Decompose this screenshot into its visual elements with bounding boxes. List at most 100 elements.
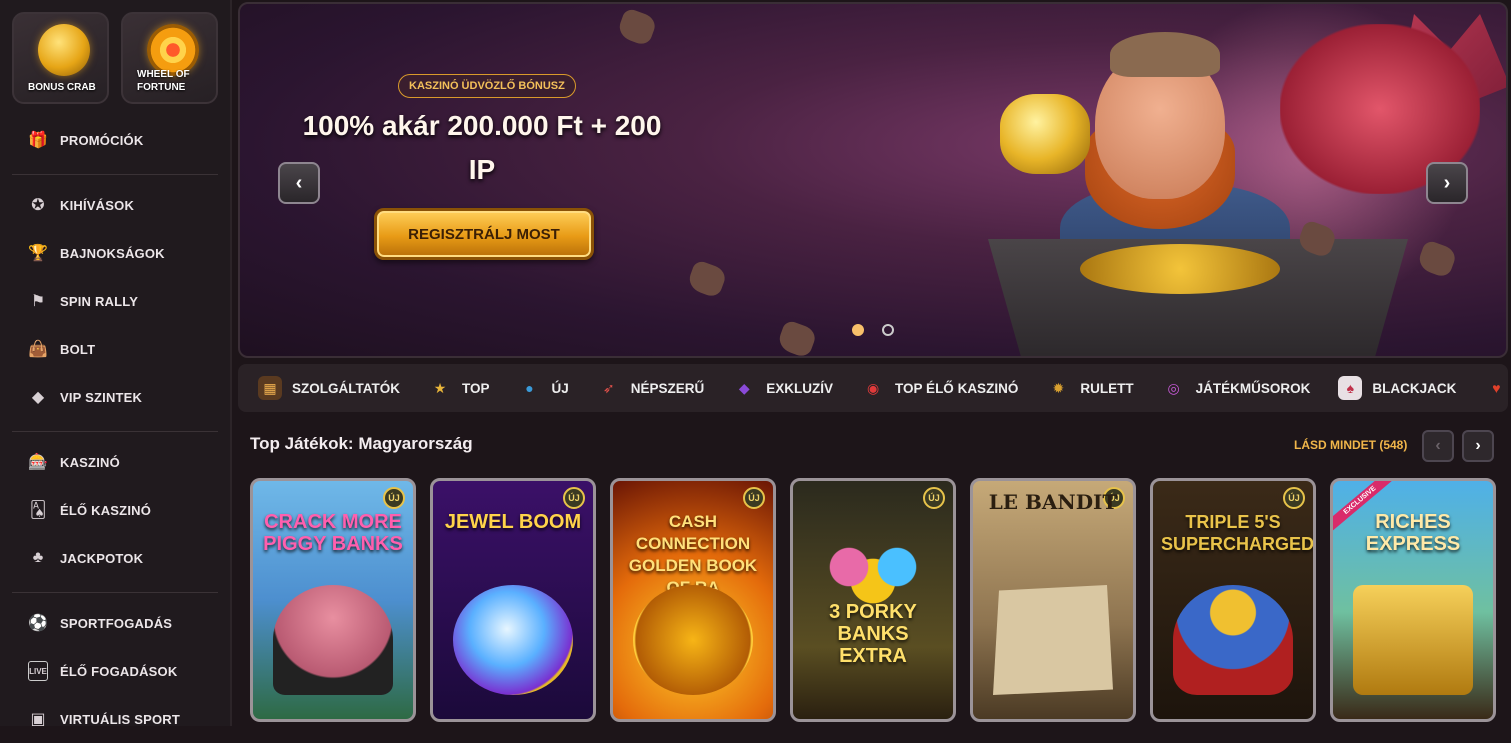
category-label: EXKLUZÍV	[766, 380, 834, 396]
game-art	[1173, 585, 1293, 695]
game-title: TRIPLE 5'S SUPERCHARGED	[1161, 512, 1315, 554]
egg-icon: ●	[525, 380, 534, 396]
rock-art	[685, 259, 729, 299]
game-title: 3 PORKY BANKS EXTRA	[829, 601, 917, 667]
category-providers[interactable]: ▦ SZOLGÁLTATÓK	[258, 376, 400, 400]
game-card[interactable]: ÚJ CASH CONNECTION GOLDEN BOOK OF RA	[610, 478, 776, 722]
wheel-of-fortune-tile[interactable]: WHEEL OF FORTUNE	[121, 12, 218, 104]
trophy-icon: 🏆	[28, 245, 48, 262]
new-badge: ÚJ	[743, 487, 765, 509]
rally-flag-icon: ⚑	[30, 293, 46, 310]
game-title: JEWEL BOOM	[444, 511, 582, 533]
shopping-bag-icon: 👜	[28, 341, 48, 358]
sidebar-item-label: JACKPOTOK	[60, 550, 144, 566]
category-label: SZOLGÁLTATÓK	[292, 380, 400, 396]
game-card[interactable]: ÚJ JEWEL BOOM	[430, 478, 596, 722]
bonus-crab-tile[interactable]: BONUS CRAB	[12, 12, 109, 104]
sidebar-item-label: BOLT	[60, 341, 96, 357]
category-label: RULETT	[1080, 380, 1134, 396]
register-button[interactable]: REGISZTRÁLJ MOST	[374, 208, 594, 260]
section-next-button[interactable]: ›	[1462, 430, 1494, 462]
sidebar-item-vip[interactable]: ◆ VIP SZINTEK	[12, 373, 218, 421]
bonus-title: 100% akár 200.000 Ft + 200 IP	[302, 110, 662, 185]
game-card[interactable]: ÚJ TRIPLE 5'S SUPERCHARGED	[1150, 478, 1316, 722]
wheel-icon: ◎	[1167, 379, 1180, 396]
sidebar-item-label: SPORTFOGADÁS	[60, 615, 173, 631]
sidebar-item-spin-rally[interactable]: ⚑ SPIN RALLY	[12, 277, 218, 325]
banner-dot-1[interactable]	[852, 324, 864, 336]
rock-art	[615, 7, 659, 47]
sidebar-item-live-betting[interactable]: LIVE ÉLŐ FOGADÁSOK	[12, 647, 218, 695]
sidebar-item-shop[interactable]: 👜 BOLT	[12, 325, 218, 373]
sidebar-item-label: SPIN RALLY	[60, 293, 139, 309]
category-fo[interactable]: ♥ FO	[1484, 376, 1508, 400]
cards-icon: ♠	[1338, 376, 1363, 400]
banner-pagination	[852, 324, 894, 336]
sidebar-item-label: ÉLŐ KASZINÓ	[60, 502, 152, 518]
game-title: CRACK MORE PIGGY BANKS	[263, 511, 403, 555]
game-card-list: ÚJ CRACK MORE PIGGY BANKS ÚJ JEWEL BOOM …	[250, 478, 1496, 722]
category-bar: ▦ SZOLGÁLTATÓK ★ TOP ● ÚJ ➶ NÉPSZERŰ ◆ E…	[238, 364, 1508, 412]
category-label: TOP	[461, 380, 490, 396]
sidebar-item-label: VIRTUÁLIS SPORT	[60, 711, 181, 727]
cart-gold-art	[1080, 244, 1280, 294]
sidebar-item-label: ÉLŐ FOGADÁSOK	[60, 663, 178, 679]
new-badge: ÚJ	[383, 487, 405, 509]
sidebar-item-challenges[interactable]: ✪ KIHÍVÁSOK	[12, 181, 218, 229]
star-icon: ★	[433, 379, 447, 396]
category-top[interactable]: ★ TOP	[428, 376, 490, 400]
category-exclusive[interactable]: ◆ EXKLUZÍV	[732, 376, 833, 400]
category-roulette[interactable]: ✹ RULETT	[1046, 376, 1133, 400]
game-card[interactable]: ÚJ 3 PORKY BANKS EXTRA	[790, 478, 956, 722]
sidebar-item-label: KASZINÓ	[60, 454, 120, 470]
game-card[interactable]: ÚJ CRACK MORE PIGGY BANKS	[250, 478, 416, 722]
sidebar-item-jackpots[interactable]: ♣ JACKPOTOK	[12, 534, 218, 582]
new-badge: ÚJ	[923, 487, 945, 509]
banner-next-button[interactable]: ›	[1426, 162, 1468, 204]
sidebar-item-sports-betting[interactable]: ⚽ SPORTFOGADÁS	[12, 599, 218, 647]
new-badge: ÚJ	[1283, 487, 1305, 509]
roulette-icon: ✹	[1052, 379, 1065, 396]
nav-group-promotions: 🎁 PROMÓCIÓK	[12, 116, 218, 164]
category-game-shows[interactable]: ◎ JÁTÉKMŰSOROK	[1162, 376, 1311, 400]
game-card[interactable]: EXCLUSIVE RICHES EXPRESS	[1330, 478, 1496, 722]
sidebar-item-casino[interactable]: 🎰 KASZINÓ	[12, 438, 218, 486]
sidebar-item-tournaments[interactable]: 🏆 BAJNOKSÁGOK	[12, 229, 218, 277]
category-label: ÚJ	[551, 380, 569, 396]
category-blackjack[interactable]: ♠ BLACKJACK	[1338, 376, 1456, 400]
promo-banner[interactable]: ‹ › KASZINÓ ÜDVÖZLŐ BÓNUSZ 100% akár 200…	[238, 2, 1508, 358]
game-art	[993, 585, 1113, 695]
fire-icon: ♥	[1492, 380, 1501, 396]
category-label: JÁTÉKMŰSOROK	[1195, 380, 1311, 396]
sidebar-item-label: PROMÓCIÓK	[60, 132, 144, 148]
miner-hat-art	[1110, 32, 1220, 77]
sidebar-item-virtual-sports[interactable]: ▣ VIRTUÁLIS SPORT	[12, 695, 218, 743]
clover-icon: ♣	[32, 549, 44, 566]
game-art	[273, 585, 393, 695]
game-art	[1353, 585, 1473, 695]
section-prev-button[interactable]: ‹	[1422, 430, 1454, 462]
category-label: BLACKJACK	[1372, 380, 1457, 396]
category-label: NÉPSZERŰ	[630, 380, 705, 396]
gold-nugget-art	[1000, 94, 1090, 174]
sidebar-item-label: VIP SZINTEK	[60, 389, 143, 405]
game-card[interactable]: ÚJ LE BANDIT	[970, 478, 1136, 722]
badge-icon: ✪	[31, 197, 45, 214]
featured-games: BONUS CRAB WHEEL OF FORTUNE	[0, 0, 230, 104]
nav-group-rewards: ✪ KIHÍVÁSOK 🏆 BAJNOKSÁGOK ⚑ SPIN RALLY 👜…	[12, 174, 218, 421]
live-icon: LIVE	[28, 661, 48, 681]
sidebar: BONUS CRAB WHEEL OF FORTUNE 🎁 PROMÓCIÓK …	[0, 0, 232, 728]
game-title: RICHES EXPRESS	[1365, 511, 1461, 555]
banner-dot-2[interactable]	[882, 324, 894, 336]
game-title: LE BANDIT	[988, 490, 1118, 514]
category-popular[interactable]: ➶ NÉPSZERŰ	[597, 376, 705, 400]
crab-coin-icon	[38, 24, 90, 76]
category-top-live-casino[interactable]: ◉ TOP ÉLŐ KASZINÓ	[861, 376, 1018, 400]
bonus-tag: KASZINÓ ÜDVÖZLŐ BÓNUSZ	[398, 74, 576, 98]
category-new[interactable]: ● ÚJ	[518, 376, 569, 400]
nav-group-sports: ⚽ SPORTFOGADÁS LIVE ÉLŐ FOGADÁSOK ▣ VIRT…	[12, 592, 218, 743]
sidebar-item-promotions[interactable]: 🎁 PROMÓCIÓK	[12, 116, 218, 164]
see-all-link[interactable]: LÁSD MINDET (548)	[1294, 438, 1407, 452]
sidebar-item-live-casino[interactable]: 🂡 ÉLŐ KASZINÓ	[12, 486, 218, 534]
rock-art	[775, 319, 819, 356]
